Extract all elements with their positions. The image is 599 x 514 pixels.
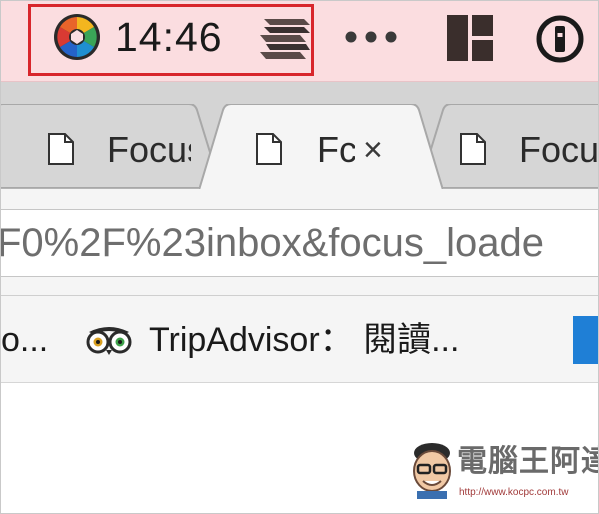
tab-focus-1[interactable]: Focus	[1, 104, 221, 188]
watermark-mascot-icon	[413, 443, 451, 499]
menu-bar: 14:46	[1, 1, 598, 82]
address-bar[interactable]: F0%2F%23inbox&focus_loade	[1, 209, 598, 277]
tab-focus-active[interactable]: Fc ×	[199, 104, 443, 190]
tab-strip: Focus Focus Fc ×	[1, 82, 599, 190]
tab-title: Fc	[317, 130, 355, 170]
screenshot-frame: 14:46 Focu Focu Fc × F0%2F%23inbox&focus…	[0, 0, 599, 514]
bookmarks-bar: o... TripAdvisor： 閱讀...	[1, 296, 598, 383]
window-grid-icon[interactable]	[447, 15, 493, 61]
1password-icon[interactable]	[535, 14, 585, 64]
stacked-layers-icon[interactable]	[260, 15, 310, 63]
bookmark-blue-item[interactable]	[573, 316, 598, 364]
watermark-title: 電腦王阿達	[457, 445, 599, 478]
tripadvisor-owl-icon[interactable]	[85, 324, 133, 356]
url-text[interactable]: F0%2F%23inbox&focus_loade	[1, 220, 544, 266]
page-icon	[460, 133, 486, 165]
bookmark-item[interactable]: o...	[1, 320, 48, 360]
watermark-url: http://www.kocpc.com.tw	[459, 487, 569, 498]
page-icon	[256, 133, 282, 165]
tab-focus-3[interactable]: Focus	[419, 104, 599, 188]
more-dots-icon[interactable]	[343, 27, 399, 47]
tab-title: Focus	[107, 130, 191, 170]
aperture-icon[interactable]	[53, 13, 101, 61]
page-content: 電腦王阿達 http://www.kocpc.com.tw	[1, 383, 598, 513]
page-icon	[48, 133, 74, 165]
browser-toolbar: F0%2F%23inbox&focus_loade	[1, 189, 598, 296]
tab-title: Focus	[519, 130, 599, 170]
bookmark-tripadvisor[interactable]: TripAdvisor： 閱讀...	[149, 320, 459, 360]
close-tab-icon[interactable]: ×	[363, 132, 383, 168]
watermark: 電腦王阿達 http://www.kocpc.com.tw	[409, 441, 598, 509]
menubar-clock[interactable]: 14:46	[115, 15, 223, 59]
